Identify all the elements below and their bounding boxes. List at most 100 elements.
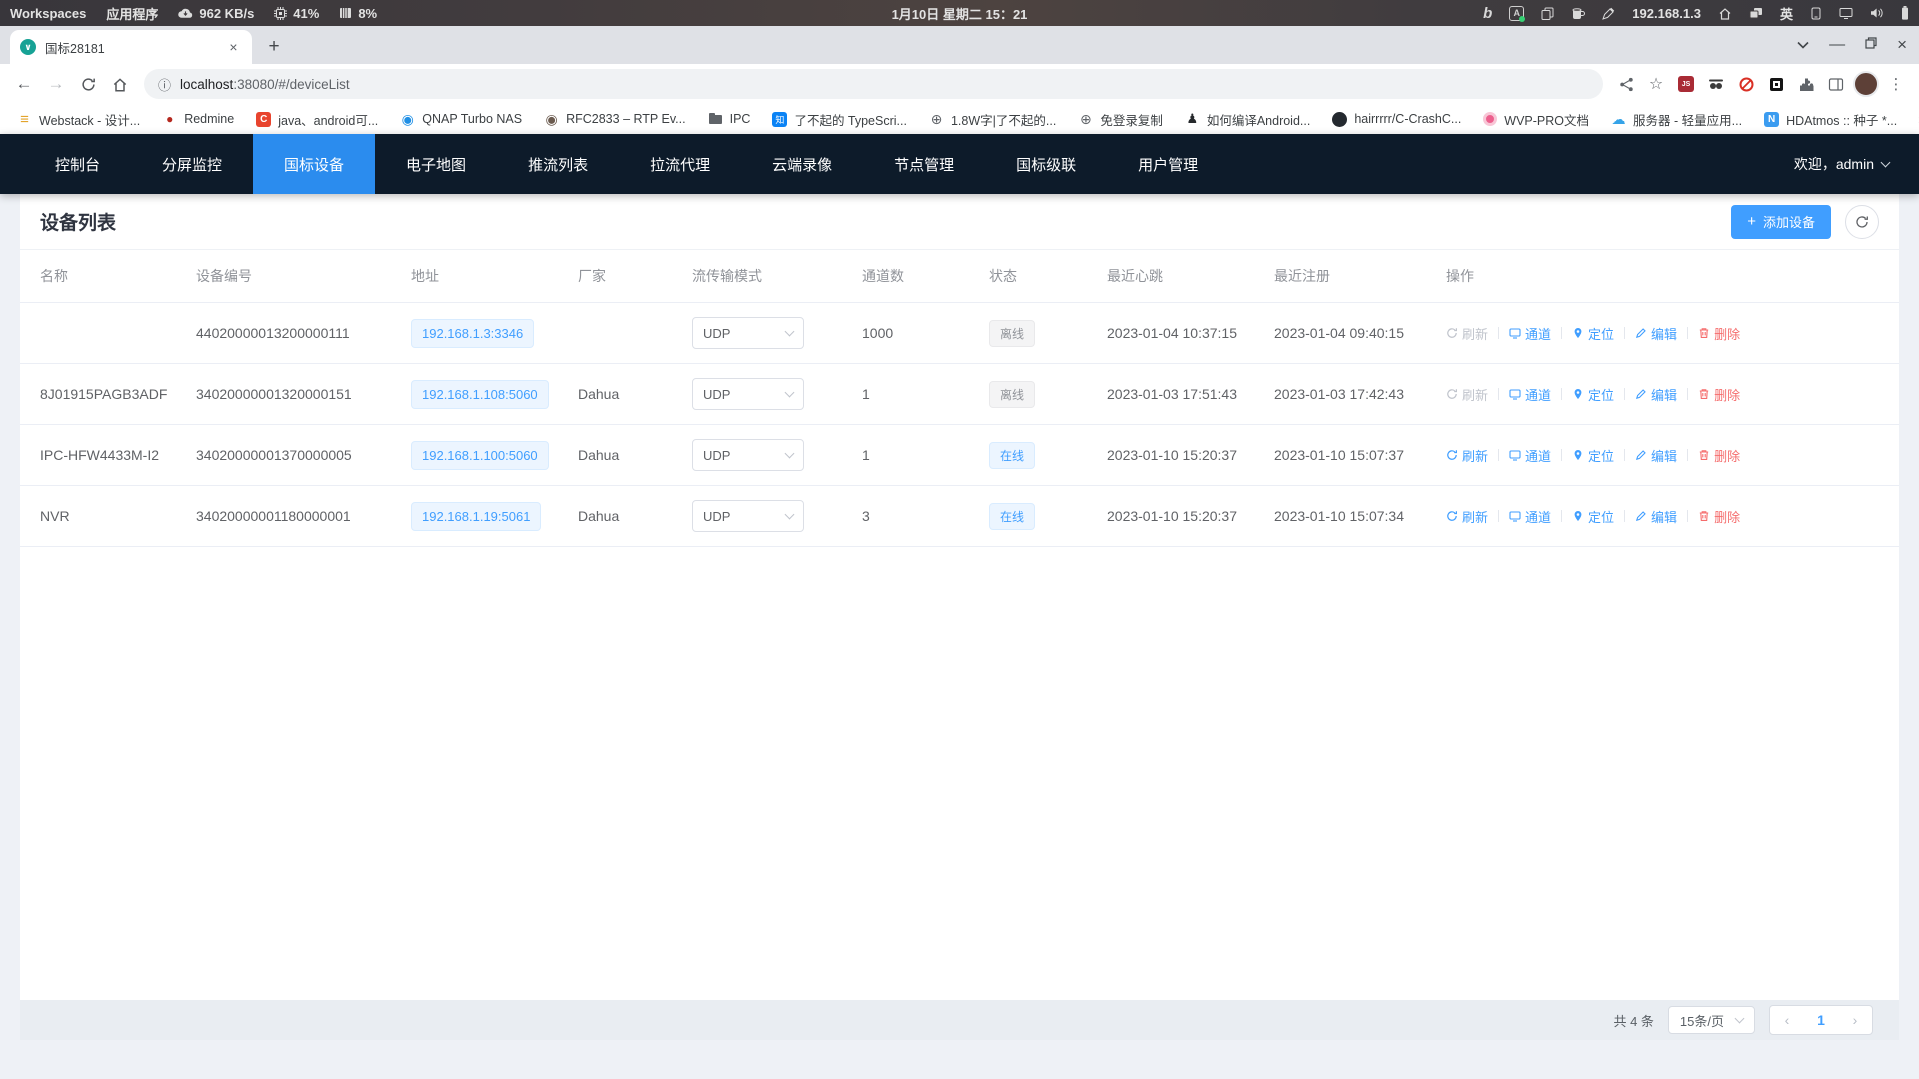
window-close-button[interactable]: × [1897, 35, 1907, 55]
ip-address-indicator[interactable]: 192.168.1.3 [1632, 6, 1701, 21]
memory-indicator[interactable]: 8% [339, 6, 377, 21]
color-picker-icon[interactable] [1602, 7, 1615, 20]
edit-action[interactable]: 编辑 [1635, 507, 1677, 526]
delete-action[interactable]: 删除 [1698, 507, 1740, 526]
channel-action[interactable]: 通道 [1509, 446, 1551, 465]
user-menu[interactable]: 欢迎，admin [1794, 134, 1889, 194]
address-tag[interactable]: 192.168.1.19:5061 [411, 502, 541, 531]
stream-mode-select[interactable]: UDP [692, 317, 804, 349]
volume-icon[interactable] [1870, 7, 1884, 19]
nav-item-3[interactable]: 国标设备 [253, 134, 375, 194]
locate-action[interactable]: 定位 [1572, 507, 1614, 526]
bookmark-item[interactable]: QNAP Turbo NAS [389, 107, 533, 131]
bookmark-item[interactable]: hairrrrr/C-CrashC... [1321, 107, 1472, 131]
refresh-list-button[interactable] [1845, 205, 1879, 239]
address-tag[interactable]: 192.168.1.100:5060 [411, 441, 549, 470]
locate-action[interactable]: 定位 [1572, 446, 1614, 465]
nav-item-8[interactable]: 节点管理 [863, 134, 985, 194]
privacy-extension-icon[interactable] [1703, 71, 1729, 97]
bookmark-item[interactable]: 免登录复制 [1067, 107, 1174, 131]
bookmark-item[interactable]: IPC [697, 107, 762, 131]
channel-action[interactable]: 通道 [1509, 385, 1551, 404]
extensions-puzzle-icon[interactable] [1793, 71, 1819, 97]
new-tab-button[interactable]: + [260, 33, 288, 61]
delete-action[interactable]: 删除 [1698, 446, 1740, 465]
bookmark-item[interactable]: 如何编译Android... [1174, 107, 1322, 131]
bookmark-item[interactable]: java、android可... [245, 107, 389, 131]
clock[interactable]: 1月10日 星期二 15：21 [892, 4, 1028, 23]
browser-menu-icon[interactable]: ⋮ [1883, 71, 1909, 97]
display-icon[interactable] [1839, 7, 1853, 19]
address-tag[interactable]: 192.168.1.3:3346 [411, 319, 534, 348]
channel-action[interactable]: 通道 [1509, 507, 1551, 526]
blocker-extension-icon[interactable] [1733, 71, 1759, 97]
bookmark-item[interactable]: RFC2833 – RTP Ev... [533, 107, 697, 131]
nav-item-1[interactable]: 控制台 [24, 134, 131, 194]
battery-icon[interactable] [1901, 6, 1909, 20]
next-page-button[interactable]: › [1838, 1012, 1872, 1028]
clipboard-icon[interactable] [1541, 7, 1554, 20]
bookmark-item[interactable]: 服务器 - 轻量应用... [1600, 107, 1753, 131]
bookmark-item[interactable]: 1.8W字|了不起的... [918, 107, 1067, 131]
site-info-icon[interactable]: ⓘ [158, 75, 171, 94]
nav-item-6[interactable]: 拉流代理 [619, 134, 741, 194]
window-minimize-button[interactable]: — [1829, 36, 1845, 54]
edit-action[interactable]: 编辑 [1635, 446, 1677, 465]
address-tag[interactable]: 192.168.1.108:5060 [411, 380, 549, 409]
bookmark-star-icon[interactable]: ☆ [1643, 71, 1669, 97]
prev-page-button[interactable]: ‹ [1770, 1012, 1804, 1028]
input-method-indicator[interactable]: 英 [1780, 4, 1793, 23]
delete-action[interactable]: 删除 [1698, 324, 1740, 343]
bookmark-item[interactable]: 了不起的 TypeScri... [761, 107, 918, 131]
nav-item-9[interactable]: 国标级联 [985, 134, 1107, 194]
nav-item-7[interactable]: 云端录像 [741, 134, 863, 194]
tab-close-icon[interactable]: × [225, 39, 242, 56]
workspaces-button[interactable]: Workspaces [10, 6, 86, 21]
bookmark-item[interactable]: WVP-PRO文档 [1472, 107, 1600, 131]
edit-action[interactable]: 编辑 [1635, 385, 1677, 404]
page-size-select[interactable]: 15条/页 [1668, 1006, 1755, 1034]
back-button[interactable]: ← [10, 70, 38, 98]
window-restore-button[interactable] [1865, 36, 1877, 54]
nav-item-4[interactable]: 电子地图 [375, 134, 497, 194]
applications-button[interactable]: 应用程序 [106, 4, 158, 23]
bookmark-item[interactable]: Redmine [151, 107, 245, 131]
camera-extension-icon[interactable] [1763, 71, 1789, 97]
stream-mode-select[interactable]: UDP [692, 439, 804, 471]
coffee-icon[interactable] [1571, 7, 1585, 20]
nav-item-10[interactable]: 用户管理 [1107, 134, 1229, 194]
screenshot-tool-icon[interactable]: A [1509, 6, 1524, 21]
home-icon[interactable] [1718, 7, 1732, 20]
refresh-action[interactable]: 刷新 [1446, 507, 1488, 526]
bookmark-item[interactable]: Webstack - 设计... [6, 107, 151, 131]
share-icon[interactable] [1613, 71, 1639, 97]
add-device-button[interactable]: + 添加设备 [1731, 205, 1831, 239]
address-bar[interactable]: ⓘ localhost:38080/#/deviceList [144, 69, 1603, 99]
js-extension-icon[interactable]: JS [1673, 71, 1699, 97]
stream-mode-select[interactable]: UDP [692, 500, 804, 532]
locate-action[interactable]: 定位 [1572, 385, 1614, 404]
bookmark-item[interactable]: HDAtmos :: 种子 *... [1753, 107, 1908, 131]
phone-icon[interactable] [1810, 7, 1822, 20]
edit-action[interactable]: 编辑 [1635, 324, 1677, 343]
forward-button[interactable]: → [42, 70, 70, 98]
delete-action[interactable]: 删除 [1698, 385, 1740, 404]
locate-action[interactable]: 定位 [1572, 324, 1614, 343]
profile-avatar[interactable] [1853, 71, 1879, 97]
network-indicator[interactable]: 962 KB/s [178, 6, 254, 21]
bing-icon[interactable]: b [1483, 5, 1492, 22]
nav-item-5[interactable]: 推流列表 [497, 134, 619, 194]
side-panel-icon[interactable] [1823, 71, 1849, 97]
reload-button[interactable] [74, 70, 102, 98]
refresh-action[interactable]: 刷新 [1446, 446, 1488, 465]
browser-tab[interactable]: ∨ 国标28181 × [10, 30, 252, 64]
current-page[interactable]: 1 [1804, 1012, 1838, 1028]
stream-mode-select[interactable]: UDP [692, 378, 804, 410]
nav-item-2[interactable]: 分屏监控 [131, 134, 253, 194]
bookmarks-overflow-chevron[interactable]: » [1908, 111, 1919, 128]
tab-search-icon[interactable] [1797, 36, 1809, 54]
cpu-indicator[interactable]: 41% [274, 6, 319, 21]
channel-action[interactable]: 通道 [1509, 324, 1551, 343]
window-switcher-icon[interactable] [1749, 7, 1763, 19]
browser-home-button[interactable] [106, 70, 134, 98]
